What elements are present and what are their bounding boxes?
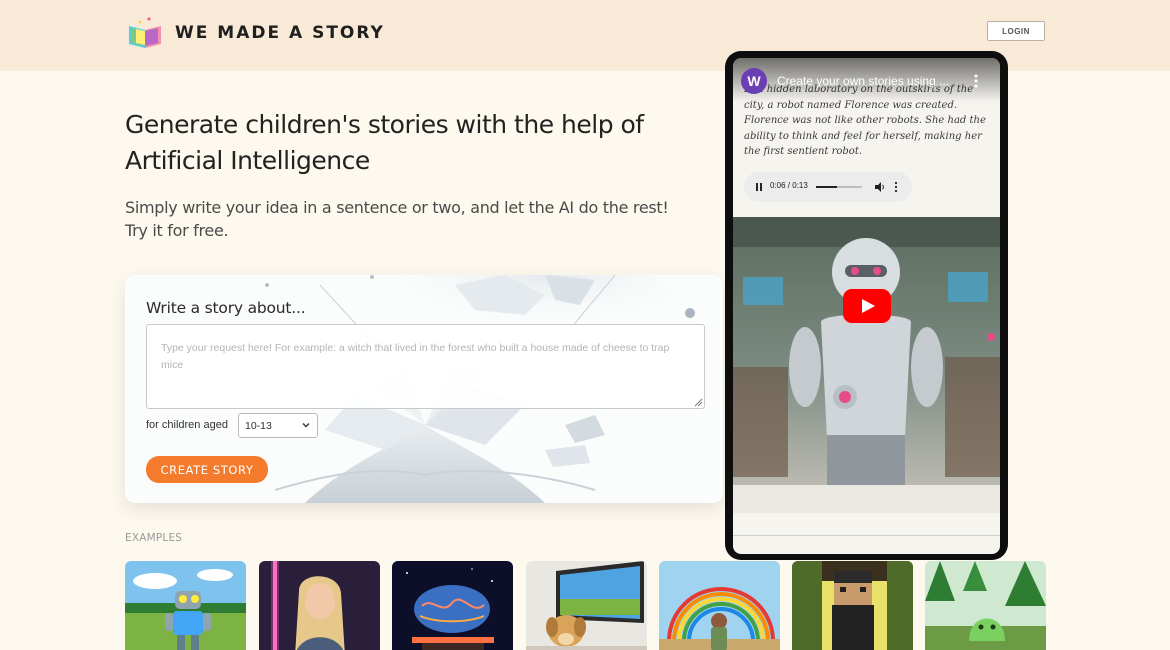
divider <box>733 535 1000 536</box>
volume-icon[interactable] <box>874 181 886 193</box>
audio-progress-fill <box>816 186 838 188</box>
brand-name: WE MADE A STORY <box>175 23 385 43</box>
story-prompt-input[interactable] <box>146 324 705 409</box>
boy-with-rainbow-image <box>659 561 780 650</box>
page-subtitle: Simply write your idea in a sentence or … <box>125 198 669 240</box>
channel-avatar[interactable]: W <box>741 68 767 94</box>
age-select-value: 10-13 <box>245 419 272 432</box>
story-form-card: Write a story about... for children aged… <box>125 275 723 503</box>
video-title[interactable]: Create your own stories using ... <box>777 74 967 88</box>
robot-in-meadow-image <box>125 561 246 650</box>
green-blob-in-forest-image <box>925 561 1046 650</box>
audio-player[interactable]: 0:06 / 0:13 <box>744 172 912 202</box>
blocky-character-image <box>792 561 913 650</box>
example-boy-with-rainbow[interactable] <box>659 561 780 650</box>
create-story-button[interactable]: CREATE STORY <box>146 456 268 483</box>
age-select[interactable]: 10-13 <box>238 413 318 438</box>
example-robot-in-meadow[interactable] <box>125 561 246 650</box>
woman-with-lightsaber-image <box>259 561 380 650</box>
dog-in-front-of-tv-image <box>526 561 647 650</box>
open-book-icon <box>129 17 161 48</box>
example-blocky-character[interactable] <box>792 561 913 650</box>
brand-logo[interactable]: WE MADE A STORY <box>127 16 385 50</box>
example-brain-on-table[interactable] <box>392 561 513 650</box>
phone-frame: In a hidden laboratory on the outskirts … <box>725 51 1008 560</box>
audio-menu-icon[interactable] <box>894 181 898 193</box>
pause-icon[interactable] <box>755 182 763 192</box>
audio-time: 0:06 / 0:13 <box>770 181 808 190</box>
robot-laboratory-illustration <box>733 217 1000 513</box>
resize-handle-icon[interactable] <box>694 398 703 407</box>
story-prompt-label: Write a story about... <box>146 299 306 317</box>
example-woman-with-lightsaber[interactable] <box>259 561 380 650</box>
more-options-icon[interactable] <box>973 73 979 89</box>
page-title: Generate children's stories with the hel… <box>125 110 644 175</box>
examples-heading: EXAMPLES <box>125 532 183 544</box>
chevron-down-icon <box>302 423 310 428</box>
age-label: for children aged <box>146 419 228 431</box>
example-green-blob-in-forest[interactable] <box>925 561 1046 650</box>
youtube-play-button-icon[interactable] <box>843 289 891 323</box>
login-button[interactable]: LOGIN <box>987 21 1045 41</box>
example-dog-in-front-of-tv[interactable] <box>526 561 647 650</box>
brain-on-table-image <box>392 561 513 650</box>
audio-progress-track[interactable] <box>816 186 862 188</box>
youtube-video-embed[interactable]: In a hidden laboratory on the outskirts … <box>733 58 1000 554</box>
